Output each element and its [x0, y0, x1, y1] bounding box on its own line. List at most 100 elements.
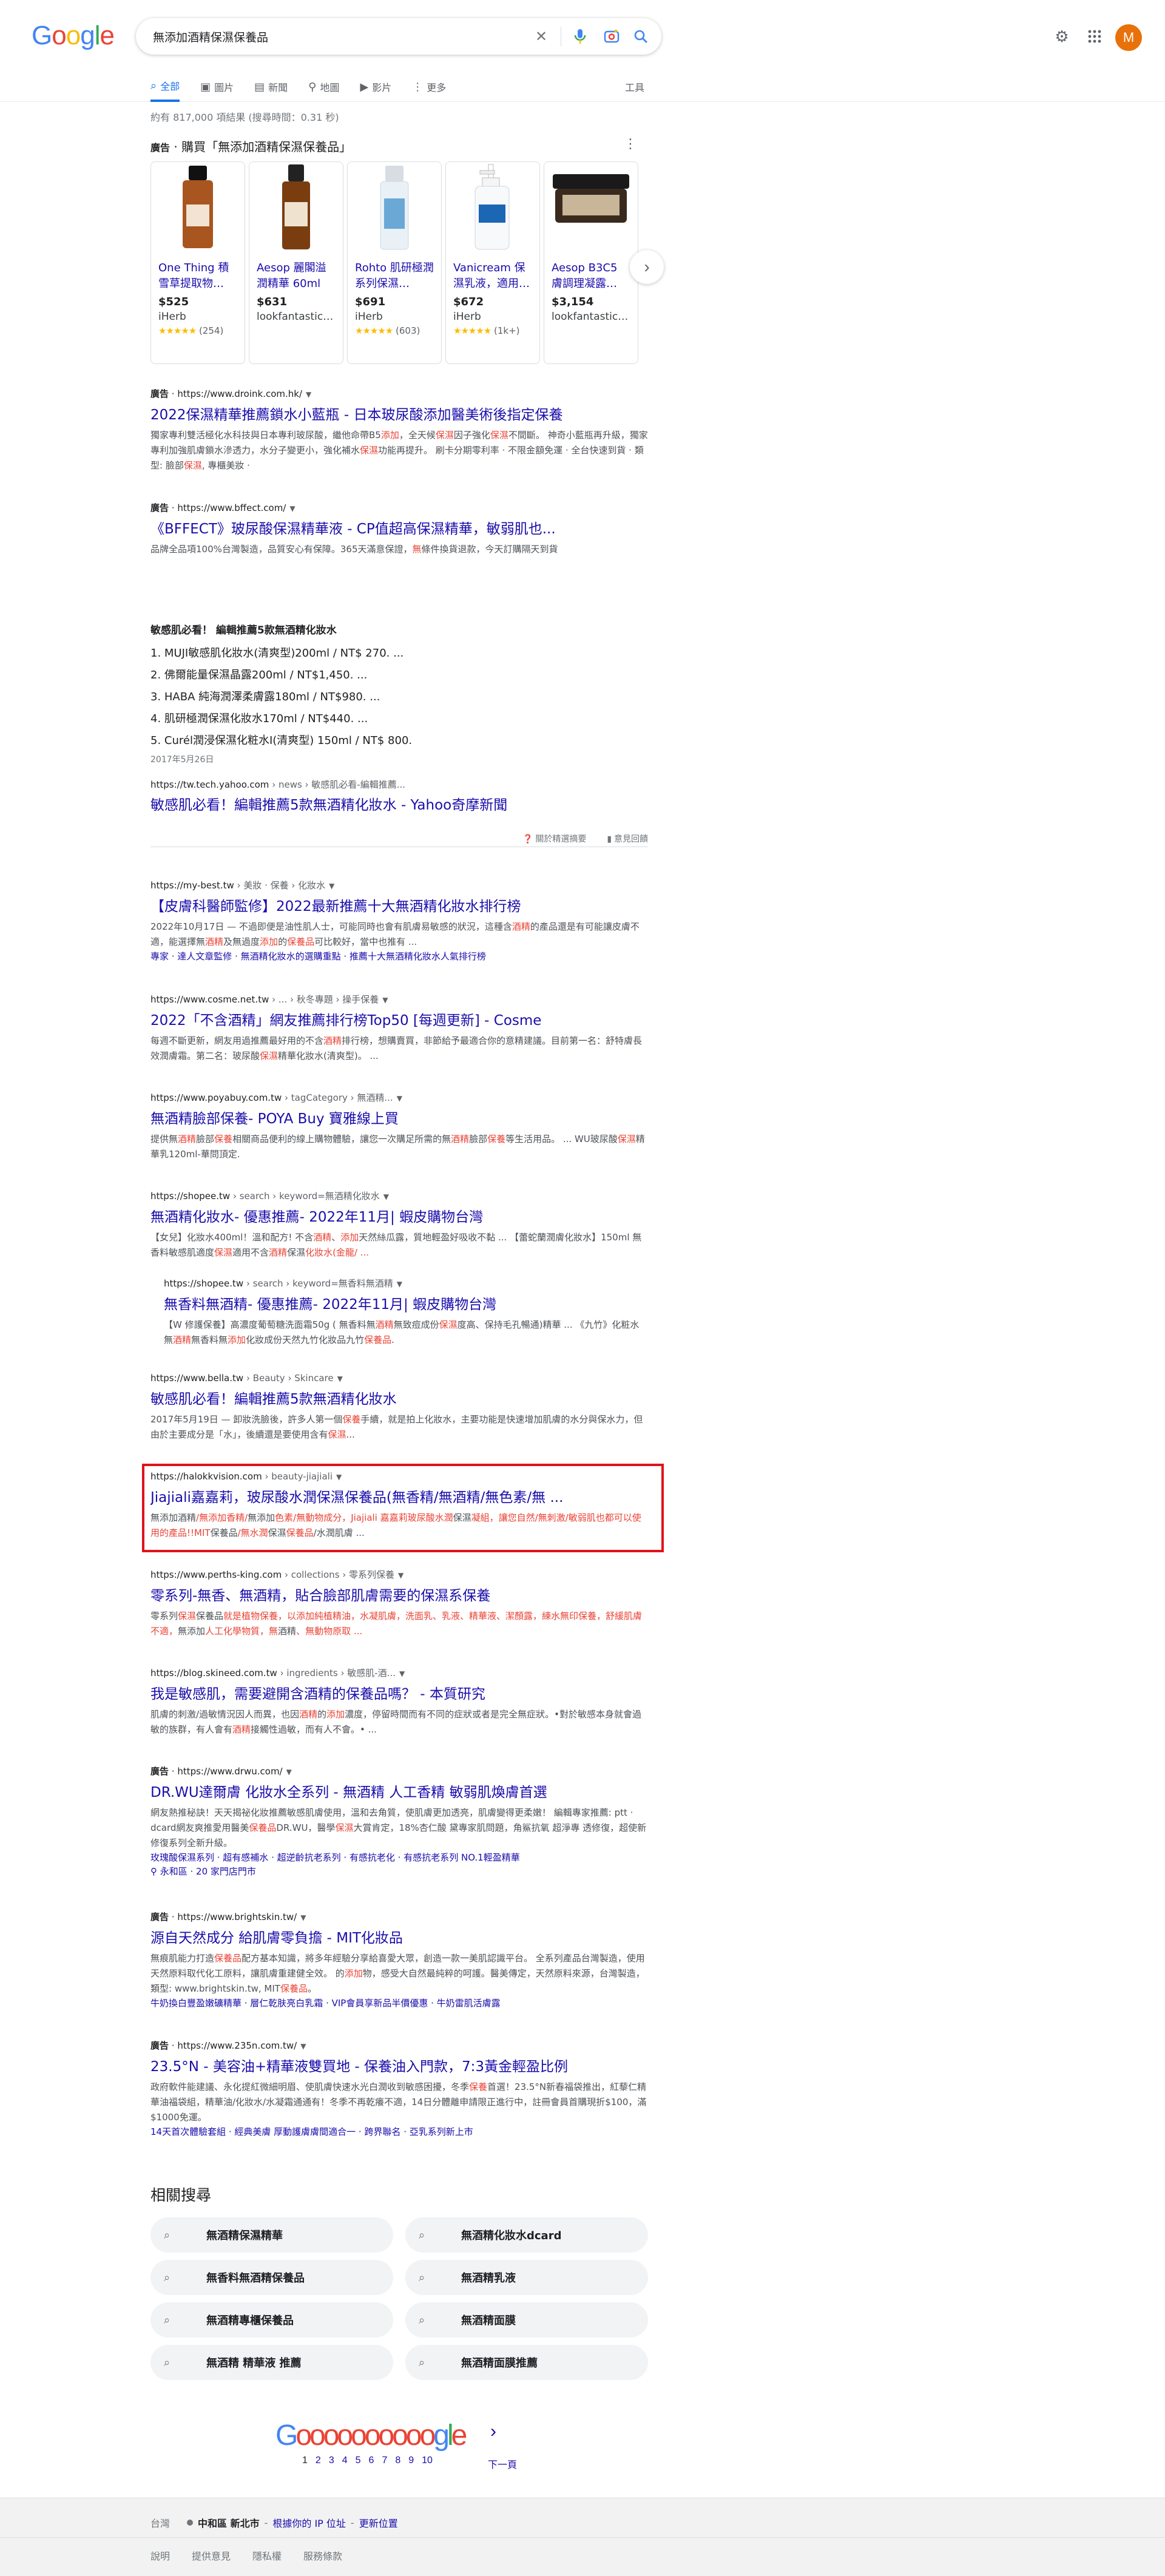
result-url[interactable]: https://tw.tech.yahoo.com › news › 敏感肌必看…: [150, 778, 648, 791]
product-card[interactable]: Vanicream 保濕乳液，適用… $672 iHerb ★★★★★ (1k+…: [445, 161, 540, 364]
result-title[interactable]: 23.5°N - 美容油+精華液雙買地 - 保養油入門款，7:3黃金輕盈比例: [150, 2057, 648, 2077]
feedback-link[interactable]: 提供意見: [192, 2548, 231, 2563]
product-card[interactable]: Aesop 麗閣溢潤精華 60ml $631 lookfantastic…: [249, 161, 343, 364]
result-title[interactable]: 源自天然成分 給肌膚零負擔 - MIT化妝品: [150, 1928, 648, 1949]
search-box[interactable]: 無添加酒精保濕保養品 ✕: [136, 18, 661, 55]
caret-down-icon[interactable]: ▼: [397, 1094, 402, 1103]
related-search-chip[interactable]: ⌕ 無香料無酒精保養品: [150, 2260, 393, 2295]
product-title[interactable]: Aesop B3C5 膚調理凝露…: [552, 260, 630, 292]
caret-down-icon[interactable]: ▼: [398, 1571, 404, 1580]
camera-lens-icon[interactable]: [602, 27, 621, 46]
page-link[interactable]: 10: [422, 2455, 433, 2466]
result-url[interactable]: https://my-best.tw › 美妝 · 保養 › 化妝水 ▼: [150, 879, 648, 893]
caret-down-icon[interactable]: ▼: [300, 2042, 306, 2050]
gear-icon[interactable]: ⚙: [1051, 25, 1073, 47]
related-search-chip[interactable]: ⌕ 無酒精乳液: [405, 2260, 648, 2295]
tools-button[interactable]: 工具: [625, 72, 644, 102]
google-logo[interactable]: Google: [32, 21, 115, 51]
result-title[interactable]: 敏感肌必看！編輯推薦5款無酒精化妝水 - Yahoo奇摩新聞: [150, 795, 648, 816]
carousel-next-button[interactable]: ›: [630, 250, 664, 284]
caret-down-icon[interactable]: ▼: [286, 1768, 292, 1776]
caret-down-icon[interactable]: ▼: [329, 882, 334, 890]
apps-grid-icon[interactable]: [1084, 25, 1106, 47]
page-link[interactable]: 8: [395, 2455, 400, 2466]
result-title[interactable]: 《BFFECT》玻尿酸保濕精華液 - CP值超高保濕精華，敏弱肌也...: [150, 519, 648, 539]
caret-down-icon[interactable]: ▼: [300, 1913, 306, 1922]
chevron-right-icon[interactable]: ›: [490, 2421, 496, 2442]
result-url[interactable]: https://www.poyabuy.com.tw › tagCategory…: [150, 1091, 648, 1105]
result-url[interactable]: 廣告 · https://www.drwu.com/▼: [150, 1765, 648, 1779]
related-search-chip[interactable]: ⌕ 無酒精化妝水dcard: [405, 2217, 648, 2253]
result-title[interactable]: DR.WU達爾膚 化妝水全系列 - 無酒精 人工香精 敏弱肌煥膚首選: [150, 1782, 648, 1803]
result-title[interactable]: 敏感肌必看！編輯推薦5款無酒精化妝水: [150, 1389, 648, 1410]
tab-news[interactable]: ▤ 新聞: [254, 72, 288, 102]
page-link[interactable]: 7: [382, 2455, 387, 2466]
result-title[interactable]: 無酒精臉部保養- POYA Buy 寶雅線上買: [150, 1109, 648, 1129]
related-search-chip[interactable]: ⌕ 無酒精面膜: [405, 2302, 648, 2338]
caret-down-icon[interactable]: ▼: [382, 996, 388, 1004]
caret-down-icon[interactable]: ▼: [397, 1280, 402, 1288]
result-url[interactable]: https://blog.skineed.com.tw › ingredient…: [150, 1666, 648, 1680]
microphone-icon[interactable]: [570, 27, 590, 46]
next-page-link[interactable]: 下一頁: [488, 2456, 517, 2471]
result-url[interactable]: 廣告 · https://www.235n.com.tw/▼: [150, 2039, 648, 2053]
help-link[interactable]: 說明: [150, 2548, 170, 2563]
page-link[interactable]: 3: [329, 2455, 334, 2466]
result-title[interactable]: 2022保濕精華推薦鎖水小藍瓶 - 日本玻尿酸添加醫美術後指定保養: [150, 405, 648, 425]
result-url[interactable]: 廣告 · https://www.bffect.com/▼: [150, 501, 648, 515]
result-title[interactable]: 零系列-無香、無酒精，貼合臉部肌膚需要的保濕系保養: [150, 1586, 648, 1606]
product-card[interactable]: Aesop B3C5 膚調理凝露… $3,154 lookfantastic…: [544, 161, 638, 364]
page-link[interactable]: 2: [316, 2455, 321, 2466]
feedback-link[interactable]: ▮ 意見回饋: [607, 833, 648, 845]
related-search-chip[interactable]: ⌕ 無酒精保濕精華: [150, 2217, 393, 2253]
more-options-icon[interactable]: ⋮: [624, 136, 637, 152]
product-title[interactable]: Aesop 麗閣溢潤精華 60ml: [257, 260, 336, 292]
page-link[interactable]: 5: [356, 2455, 361, 2466]
update-location-link[interactable]: 更新位置: [359, 2515, 398, 2530]
result-sitelinks[interactable]: 牛奶換白豐盈嫩礦精華 · 層仁乾肤亮白乳霜 · VIP會員享新品半價優惠 · 牛…: [150, 1996, 648, 2010]
avatar[interactable]: M: [1115, 24, 1142, 51]
caret-down-icon[interactable]: ▼: [383, 1192, 389, 1201]
caret-down-icon[interactable]: ▼: [399, 1669, 405, 1678]
tab-videos[interactable]: ▶ 影片: [360, 72, 391, 102]
result-url[interactable]: 廣告 · https://www.droink.com.hk/▼: [150, 387, 648, 401]
product-card[interactable]: One Thing 積雪草提取物… $525 iHerb ★★★★★ (254): [150, 161, 245, 364]
result-url[interactable]: 廣告 · https://www.brightskin.tw/▼: [150, 1910, 648, 1924]
result-url[interactable]: https://shopee.tw › search › keyword=無香料…: [164, 1277, 648, 1291]
page-link[interactable]: 9: [408, 2455, 414, 2466]
result-title[interactable]: 無香料無酒精- 優惠推薦- 2022年11月| 蝦皮購物台灣: [164, 1294, 648, 1315]
result-url[interactable]: https://www.cosme.net.tw › ... › 秋冬專題 › …: [150, 993, 648, 1007]
search-icon[interactable]: [631, 27, 650, 46]
result-url[interactable]: https://www.bella.tw › Beauty › Skincare…: [150, 1371, 648, 1385]
result-sitelinks[interactable]: 專家 · 達人文章監修 · 無酒精化妝水的選購重點 · 推薦十大無酒精化妝水人氣…: [150, 950, 648, 964]
about-featured-snippet-link[interactable]: ❓ 關於精選摘要: [522, 833, 586, 845]
result-title[interactable]: 【皮膚科醫師監修】2022最新推薦十大無酒精化妝水排行榜: [150, 896, 648, 917]
product-title[interactable]: Vanicream 保濕乳液，適用…: [453, 260, 532, 292]
product-card[interactable]: Rohto 肌研極潤系列保濕… $691 iHerb ★★★★★ (603): [347, 161, 442, 364]
caret-down-icon[interactable]: ▼: [289, 504, 295, 513]
privacy-link[interactable]: 隱私權: [252, 2548, 282, 2563]
result-title[interactable]: 2022「不含酒精」網友推薦排行榜Top50 [每週更新] - Cosme: [150, 1010, 648, 1031]
result-url[interactable]: https://www.perths-king.com › collection…: [150, 1568, 648, 1582]
tab-images[interactable]: ▣ 圖片: [200, 72, 234, 102]
page-link[interactable]: 4: [342, 2455, 348, 2466]
result-sitelinks[interactable]: 14天首次體驗套組 · 經典美膚 厚動護膚膚間適合一 · 跨界聯名 · 亞乳系列…: [150, 2125, 648, 2139]
tab-all[interactable]: ⌕ 全部: [150, 72, 180, 102]
result-url[interactable]: https://shopee.tw › search › keyword=無酒精…: [150, 1189, 648, 1203]
caret-down-icon[interactable]: ▼: [306, 390, 311, 399]
caret-down-icon[interactable]: ▼: [337, 1374, 343, 1383]
tab-maps[interactable]: ⚲ 地圖: [308, 72, 339, 102]
related-search-chip[interactable]: ⌕ 無酒精 精華液 推薦: [150, 2345, 393, 2380]
tab-more[interactable]: ⋮ 更多: [412, 72, 446, 102]
result-title[interactable]: 無酒精化妝水- 優惠推薦- 2022年11月| 蝦皮購物台灣: [150, 1207, 648, 1228]
page-link[interactable]: 6: [369, 2455, 374, 2466]
ip-location-link[interactable]: 根據你的 IP 位址: [272, 2515, 346, 2530]
related-search-chip[interactable]: ⌕ 無酒精專櫃保養品: [150, 2302, 393, 2338]
terms-link[interactable]: 服務條款: [303, 2548, 342, 2563]
clear-icon[interactable]: ✕: [532, 27, 551, 46]
search-input[interactable]: 無添加酒精保濕保養品: [153, 29, 268, 45]
product-title[interactable]: Rohto 肌研極潤系列保濕…: [355, 260, 434, 292]
related-search-chip[interactable]: ⌕ 無酒精面膜推薦: [405, 2345, 648, 2380]
result-sitelinks[interactable]: 玫瑰酸保濕系列 · 超有感補水 · 超逆齡抗老系列 · 有感抗老化 · 有感抗老…: [150, 1851, 648, 1879]
result-title[interactable]: 我是敏感肌，需要避開含酒精的保養品嗎？ - 本質研究: [150, 1684, 648, 1705]
